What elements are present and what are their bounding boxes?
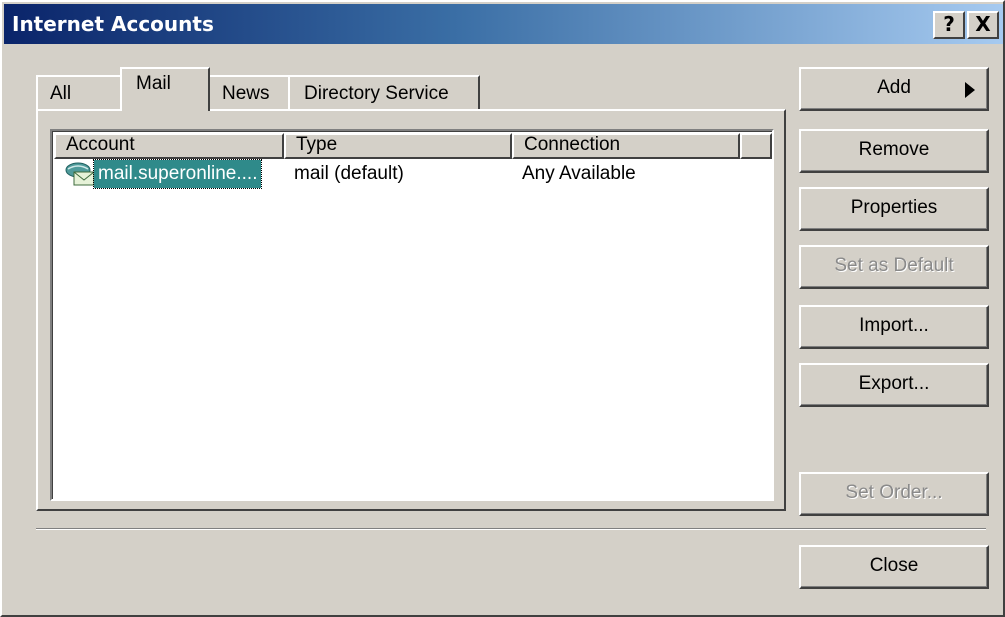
tab-all[interactable]: All xyxy=(36,75,122,109)
close-button[interactable]: Close xyxy=(799,545,989,589)
set-order-button-label: Set Order... xyxy=(845,482,943,503)
tab-mail[interactable]: Mail xyxy=(120,67,210,111)
set-order-button[interactable]: Set Order... xyxy=(799,472,989,516)
triangle-right-icon xyxy=(965,82,975,98)
set-as-default-button-label: Set as Default xyxy=(834,255,954,276)
account-type-cell: mail (default) xyxy=(294,163,404,184)
title-bar[interactable]: Internet Accounts ? X xyxy=(4,4,1003,44)
import-button[interactable]: Import... xyxy=(799,305,989,349)
window-title: Internet Accounts xyxy=(12,12,214,36)
import-button-label: Import... xyxy=(859,315,929,336)
close-button-label: Close xyxy=(869,555,919,576)
export-button[interactable]: Export... xyxy=(799,363,989,407)
list-item[interactable]: mail.superonline.... mail (default) Any … xyxy=(54,159,772,189)
column-header-account[interactable]: Account xyxy=(54,133,284,159)
export-button-label: Export... xyxy=(858,373,930,394)
tab-mail-label: Mail xyxy=(136,73,171,94)
remove-button[interactable]: Remove xyxy=(799,129,989,173)
mail-tab-panel: Account Type Connection mail.superonline… xyxy=(36,109,786,511)
tab-directory-service-label: Directory Service xyxy=(304,83,449,104)
account-name-cell: mail.superonline.... xyxy=(92,159,263,189)
column-header-type[interactable]: Type xyxy=(284,133,512,159)
help-button[interactable]: ? xyxy=(933,11,965,39)
list-header: Account Type Connection xyxy=(54,133,772,159)
properties-button-label: Properties xyxy=(850,197,938,218)
column-header-connection-label: Connection xyxy=(524,134,621,155)
internet-accounts-dialog: Internet Accounts ? X All Mail News Dire… xyxy=(0,0,1005,617)
separator xyxy=(36,528,986,530)
add-button[interactable]: Add xyxy=(799,67,989,111)
tab-all-label: All xyxy=(50,83,72,104)
mail-account-icon xyxy=(65,162,95,186)
tab-news-label: News xyxy=(222,83,270,104)
add-button-label: Add xyxy=(877,77,911,98)
column-header-empty[interactable] xyxy=(740,133,772,159)
properties-button[interactable]: Properties xyxy=(799,187,989,231)
column-header-connection[interactable]: Connection xyxy=(512,133,740,159)
tab-news[interactable]: News xyxy=(208,75,290,109)
accounts-list[interactable]: Account Type Connection mail.superonline… xyxy=(50,129,774,501)
column-header-type-label: Type xyxy=(296,134,338,155)
column-header-account-label: Account xyxy=(66,134,135,155)
set-as-default-button[interactable]: Set as Default xyxy=(799,245,989,289)
remove-button-label: Remove xyxy=(858,139,930,160)
close-window-button[interactable]: X xyxy=(967,11,999,39)
tab-directory-service[interactable]: Directory Service xyxy=(288,75,480,109)
account-connection-cell: Any Available xyxy=(522,163,636,184)
